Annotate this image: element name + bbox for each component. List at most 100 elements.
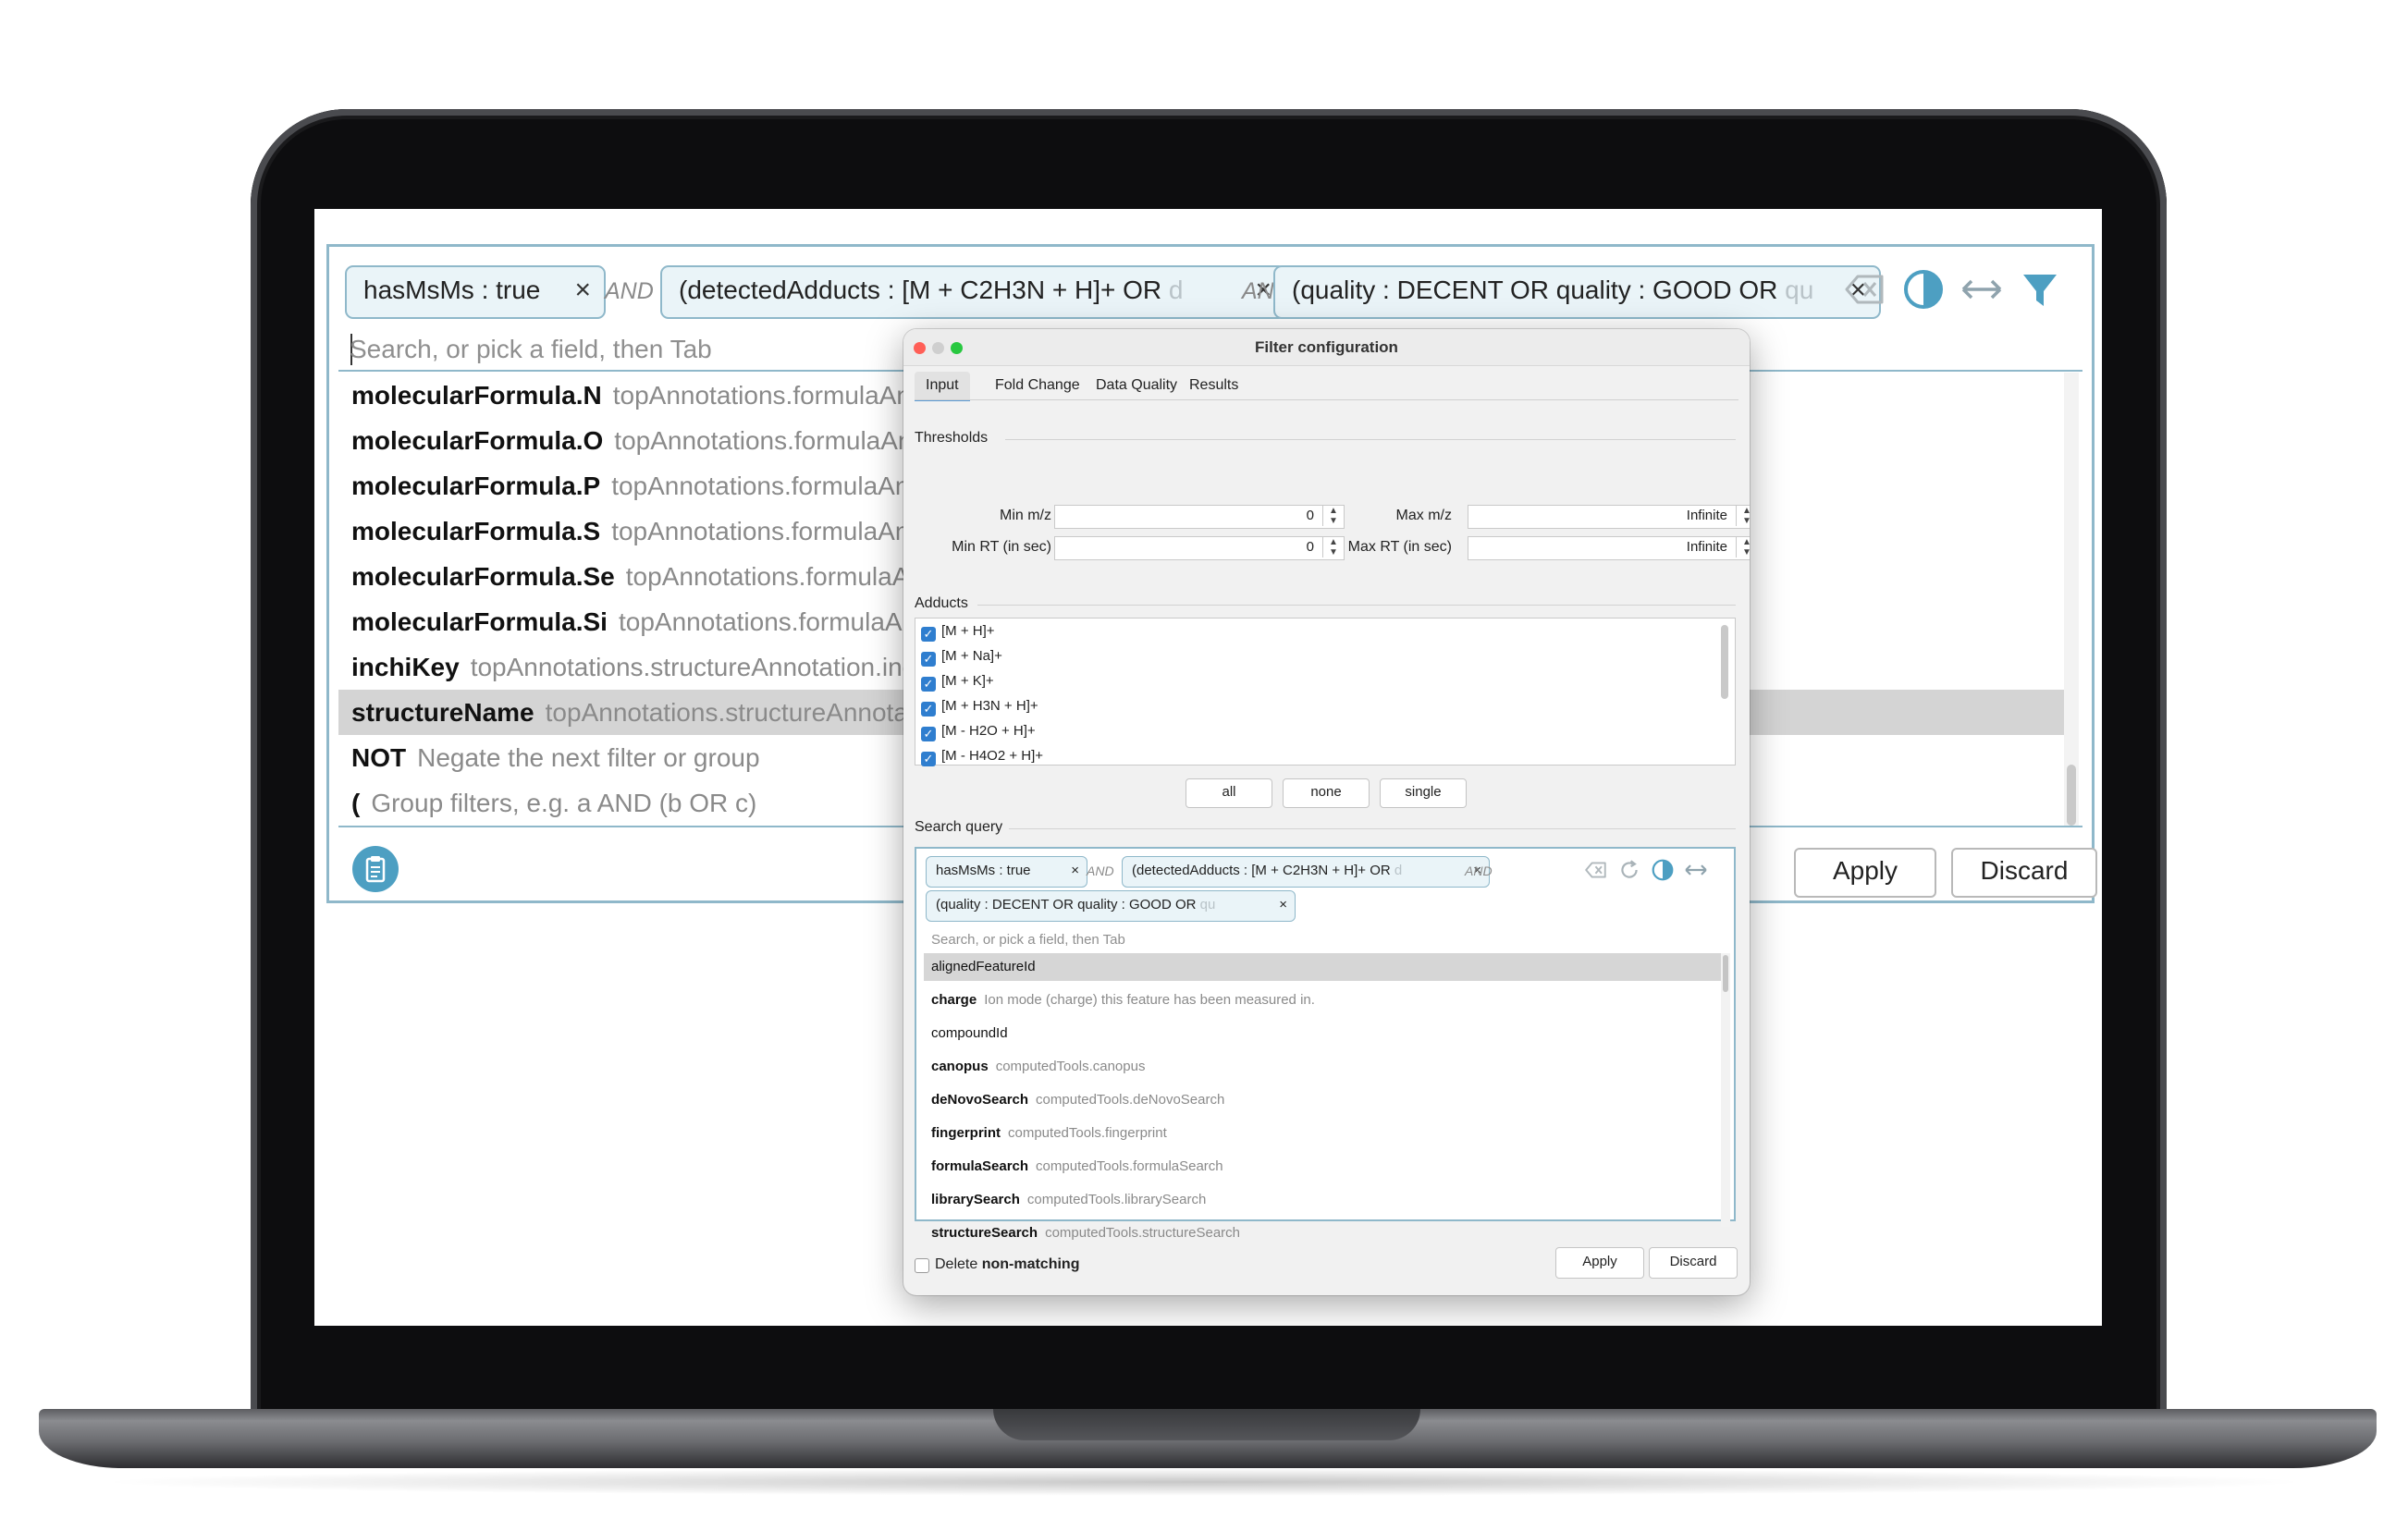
query-suggestion-row[interactable]: canopus computedTools.canopus (924, 1053, 1726, 1081)
suggestion-description: topAnnotations.formulaAnn (618, 607, 931, 636)
tab-data-quality[interactable]: Data Quality (1085, 372, 1188, 399)
checkmark-icon[interactable]: ✓ (921, 627, 936, 642)
suggestion-field: NOT (351, 743, 407, 772)
query-suggestion-row[interactable]: structureSearch computedTools.structureSe… (924, 1219, 1726, 1247)
suggestion-field: fingerprint (931, 1125, 1001, 1141)
operator-and: AND (1465, 863, 1493, 878)
apply-button[interactable]: Apply (1794, 848, 1936, 898)
adduct-checkbox[interactable]: ✓ [M + H]+ (921, 619, 995, 643)
select-all-button[interactable]: all (1186, 778, 1272, 808)
adduct-label: [M + H]+ (941, 623, 995, 639)
expand-horizontal-icon[interactable] (1960, 267, 2004, 312)
tab-fold-change[interactable]: Fold Change (984, 372, 1091, 399)
checkmark-icon[interactable]: ✓ (921, 752, 936, 766)
filter-chip-hasmsms[interactable]: hasMsMs : true × (345, 265, 606, 319)
clear-backspace-icon[interactable] (1584, 858, 1608, 882)
search-query-box: hasMsMs : true × AND (detectedAdducts : … (915, 847, 1736, 1241)
refresh-icon[interactable] (1617, 858, 1641, 882)
filter-chip-adducts[interactable]: (detectedAdducts : [M + C2H3N + H]+ OR d… (1122, 856, 1490, 888)
chip-label-fade: d (1168, 276, 1184, 304)
contrast-toggle-icon[interactable] (1901, 267, 1946, 312)
adduct-label: [M + H3N + H]+ (941, 698, 1038, 714)
delete-non-matching-checkbox[interactable] (915, 1258, 929, 1273)
checkmark-icon[interactable]: ✓ (921, 652, 936, 667)
suggestion-description: computedTools.formulaSearch (1036, 1158, 1223, 1174)
expand-horizontal-icon[interactable] (1684, 858, 1708, 882)
discard-button[interactable]: Discard (1951, 848, 2097, 898)
clear-backspace-icon[interactable] (1843, 267, 1887, 312)
filter-chip-adducts[interactable]: (detectedAdducts : [M + C2H3N + H]+ OR d… (660, 265, 1286, 319)
adduct-checkbox[interactable]: ✓ [M - H2O + H]+ (921, 718, 1036, 743)
query-search-input[interactable]: Search, or pick a field, then Tab (931, 932, 1125, 948)
adduct-label: [M - H2O + H]+ (941, 723, 1036, 739)
filter-chip-quality[interactable]: (quality : DECENT OR quality : GOOD OR q… (1273, 265, 1881, 319)
section-divider (977, 605, 1736, 606)
adduct-checkbox[interactable]: ✓ [M - H4O2 + H]+ (921, 743, 1043, 768)
tab-input[interactable]: Input (915, 372, 970, 401)
checkmark-icon[interactable]: ✓ (921, 727, 936, 741)
select-single-button[interactable]: single (1380, 778, 1467, 808)
scrollbar-thumb[interactable] (2067, 765, 2076, 826)
min-rt-spinner[interactable]: 0 ▲ ▼ (1054, 536, 1345, 560)
max-rt-spinner[interactable]: Infinite ▲ ▼ (1468, 536, 1750, 560)
chip-label: (quality : DECENT OR quality : GOOD OR (936, 897, 1200, 912)
adduct-checkbox[interactable]: ✓ [M + K]+ (921, 668, 994, 693)
max-mz-label: Max m/z (1395, 508, 1452, 523)
suggestion-field: alignedFeatureId (931, 959, 1036, 974)
scrollbar-thumb[interactable] (1721, 625, 1728, 699)
max-rt-value: Infinite (1686, 539, 1727, 555)
scrollbar-track[interactable] (1721, 953, 1730, 1227)
suggestion-description: Ion mode (charge) this feature has been … (984, 992, 1315, 1008)
adduct-checkbox[interactable]: ✓ [M + Na]+ (921, 643, 1002, 668)
search-query-heading: Search query (915, 819, 1003, 835)
adducts-heading: Adducts (915, 595, 968, 611)
filter-chip-hasmsms[interactable]: hasMsMs : true × (926, 856, 1087, 888)
min-mz-spinner[interactable]: 0 ▲ ▼ (1054, 505, 1345, 529)
chip-close-icon[interactable]: × (574, 267, 591, 313)
query-suggestion-row[interactable]: formulaSearch computedTools.formulaSearch (924, 1153, 1726, 1181)
query-suggestion-row[interactable]: librarySearch computedTools.librarySearch (924, 1186, 1726, 1214)
spinner-arrows-icon[interactable]: ▲ ▼ (1736, 506, 1750, 526)
scrollbar-thumb[interactable] (1723, 955, 1728, 992)
adduct-label: [M + Na]+ (941, 648, 1002, 664)
query-suggestion-row[interactable]: charge Ion mode (charge) this feature has… (924, 986, 1726, 1014)
filter-chip-quality[interactable]: (quality : DECENT OR quality : GOOD OR q… (926, 890, 1296, 922)
clipboard-icon[interactable] (352, 846, 399, 892)
suggestion-description: topAnnotations.formulaAnn (611, 517, 924, 545)
query-suggestion-row[interactable]: deNovoSearch computedTools.deNovoSearch (924, 1086, 1726, 1114)
laptop-screen: hasMsMs : true × AND (detectedAdducts : … (314, 209, 2102, 1326)
laptop-shadow (92, 1468, 2316, 1496)
chip-close-icon[interactable]: × (1071, 857, 1079, 885)
suggestion-description: topAnnotations.formulaAnn (614, 426, 928, 455)
suggestion-field: compoundId (931, 1025, 1008, 1041)
search-input[interactable]: Search, or pick a field, then Tab (350, 335, 712, 364)
chip-label: hasMsMs : true (363, 276, 541, 304)
query-suggestion-row[interactable]: alignedFeatureId (924, 953, 1726, 981)
dialog-apply-button[interactable]: Apply (1555, 1247, 1644, 1279)
laptop-notch (993, 1409, 1420, 1440)
chip-close-icon[interactable]: × (1279, 891, 1287, 919)
spinner-arrows-icon[interactable]: ▲ ▼ (1736, 537, 1750, 557)
contrast-toggle-icon[interactable] (1651, 858, 1675, 882)
adduct-label: [M - H4O2 + H]+ (941, 748, 1044, 764)
max-mz-spinner[interactable]: Infinite ▲ ▼ (1468, 505, 1750, 529)
delete-prefix: Delete (935, 1256, 982, 1272)
operator-and: AND (1087, 863, 1114, 878)
section-divider (1005, 439, 1736, 440)
adduct-list: ✓ [M + H]+ ✓ [M + Na]+ ✓ [M + K]+ ✓ [M + H3N… (915, 618, 1736, 766)
suggestion-description: topAnnotations.structureAnnota (545, 698, 908, 727)
scrollbar-track[interactable] (2064, 373, 2079, 826)
chip-label-fade: qu (1199, 897, 1216, 912)
suggestion-field: formulaSearch (931, 1158, 1029, 1174)
checkmark-icon[interactable]: ✓ (921, 677, 936, 692)
chip-label-fade: d (1394, 863, 1403, 878)
tab-results[interactable]: Results (1178, 372, 1249, 399)
dialog-discard-button[interactable]: Discard (1649, 1247, 1738, 1279)
query-suggestion-row[interactable]: fingerprint computedTools.fingerprint (924, 1120, 1726, 1147)
query-suggestion-row[interactable]: compoundId (924, 1020, 1726, 1047)
select-none-button[interactable]: none (1283, 778, 1370, 808)
checkmark-icon[interactable]: ✓ (921, 702, 936, 717)
adduct-checkbox[interactable]: ✓ [M + H3N + H]+ (921, 693, 1038, 718)
suggestion-description: computedTools.librarySearch (1026, 1192, 1207, 1207)
filter-funnel-icon[interactable] (2018, 267, 2062, 312)
